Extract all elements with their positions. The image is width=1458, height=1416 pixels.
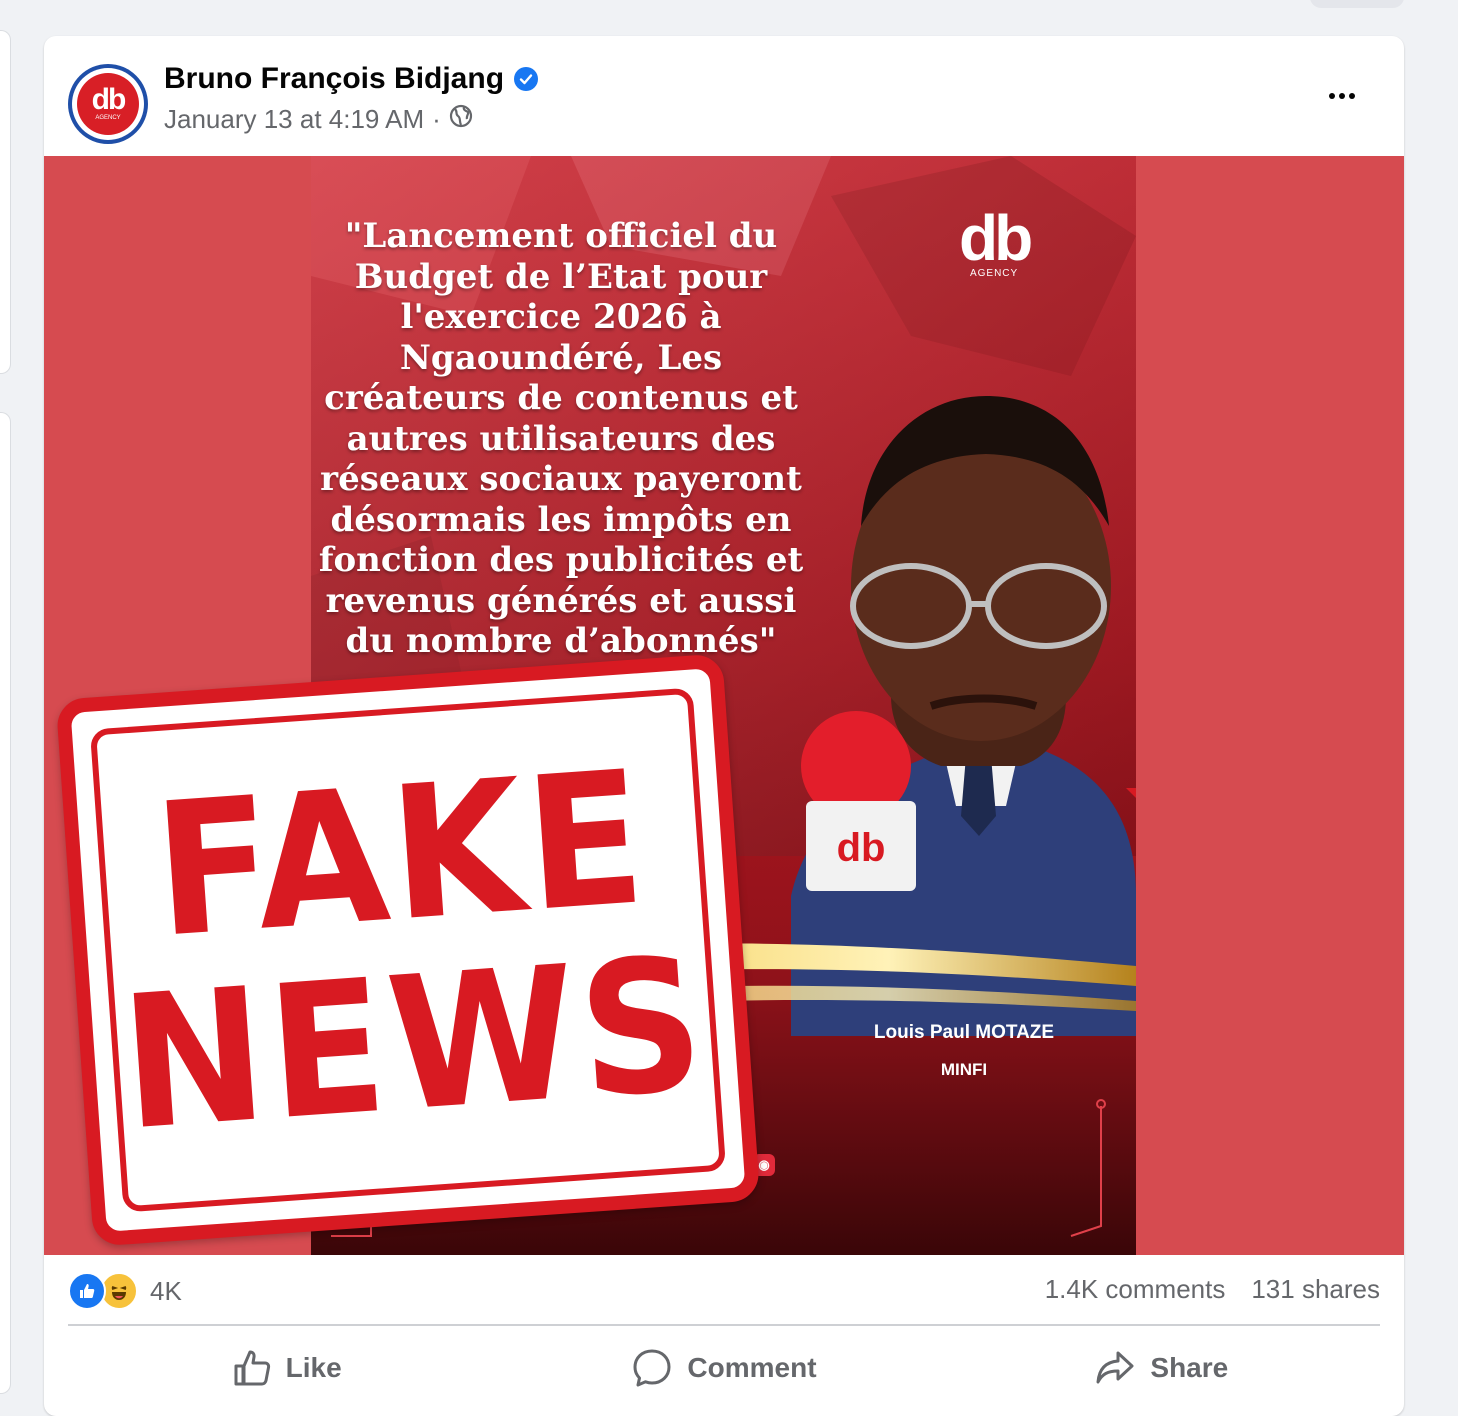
post-timestamp[interactable]: January 13 at 4:19 AM [164,104,424,135]
more-options-icon[interactable] [1316,76,1368,116]
author-name[interactable]: Bruno François Bidjang [164,62,504,96]
left-panel-edge [0,412,11,1394]
post-header: db AGENCY Bruno François Bidjang January… [44,36,1404,156]
top-pill-button[interactable] [1310,0,1404,8]
poster-quote: "Lancement officiel du Budget de l’Etat … [318,216,804,661]
author-name-row: Bruno François Bidjang [164,62,539,96]
fake-news-stamp: FAKE NEWS [55,653,761,1247]
engagement-counts: 1.4K comments 131 shares [1045,1274,1380,1305]
microphone-icon: db [801,711,916,891]
avatar-logo-text: db [91,83,127,116]
like-reaction-icon [68,1272,106,1310]
poster-logo: db AGENCY [959,202,1033,279]
meta-separator: · [432,104,441,134]
mic-logo-text: db [837,826,886,870]
avatar-logo-subtext: AGENCY [95,115,121,121]
reaction-count: 4K [150,1275,182,1306]
left-panel-edge [0,30,11,374]
comment-bubble-icon [633,1349,671,1387]
comment-label: Comment [687,1352,817,1383]
stamp-word-news: NEWS [115,917,714,1172]
verified-badge-icon [514,67,539,91]
post-card: db AGENCY Bruno François Bidjang January… [44,36,1404,1416]
action-divider [68,1324,1380,1326]
post-action-bar: Like Comment Share [68,1340,1380,1396]
globe-icon[interactable] [449,104,473,135]
post-stats: 4K 1.4K comments 131 shares [68,1268,1380,1312]
share-arrow-icon [1096,1351,1134,1384]
shares-count[interactable]: 131 shares [1251,1274,1380,1305]
like-button[interactable]: Like [68,1340,505,1396]
comment-button[interactable]: Comment [505,1340,942,1396]
share-button[interactable]: Share [943,1340,1380,1396]
thumbs-up-icon [234,1350,270,1386]
like-label: Like [285,1352,342,1383]
comments-count[interactable]: 1.4K comments [1045,1274,1226,1305]
post-meta: January 13 at 4:19 AM · [164,104,473,135]
person-name-caption: Louis Paul MOTAZE [873,1022,1055,1043]
reactions-summary[interactable]: 4K [68,1272,182,1310]
poster-logo-text: db [959,202,1033,274]
avatar[interactable]: db AGENCY [68,64,148,144]
share-label: Share [1150,1352,1229,1383]
post-image[interactable]: "Lancement officiel du Budget de l’Etat … [44,156,1404,1255]
